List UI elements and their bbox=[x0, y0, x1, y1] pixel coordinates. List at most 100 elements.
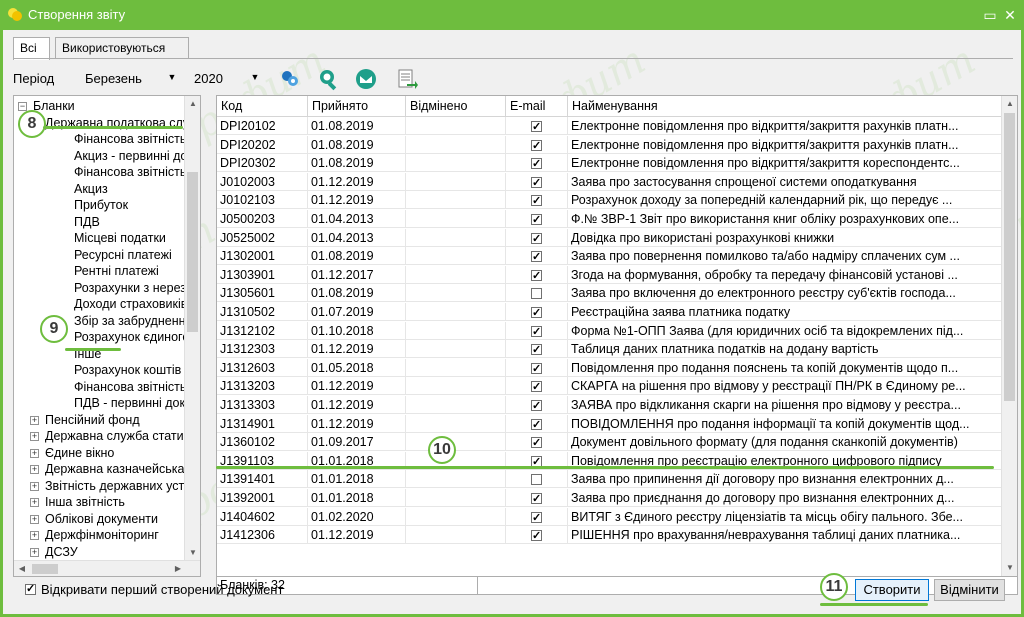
expand-icon[interactable]: + bbox=[30, 448, 39, 458]
tree-item[interactable]: Розрахунки з нерезидентами bbox=[74, 280, 200, 296]
month-dropdown-icon[interactable]: ▼ bbox=[165, 69, 179, 85]
email-checkbox[interactable] bbox=[531, 342, 542, 358]
tree-item[interactable]: + Державна казначейська служба bbox=[30, 461, 200, 477]
email-checkbox[interactable] bbox=[531, 379, 542, 395]
month-select[interactable]: Березень bbox=[85, 71, 142, 86]
table-row[interactable]: J130390101.12.2017 Згода на формування, о… bbox=[217, 265, 1003, 284]
table-row[interactable]: J1391401 01.01.2018 Заява про припинення д… bbox=[217, 470, 1003, 489]
tree-item[interactable]: Ресурсні платежі bbox=[74, 247, 172, 263]
export-document-icon[interactable] bbox=[393, 66, 419, 92]
inbox-icon[interactable] bbox=[353, 66, 379, 92]
email-checkbox[interactable] bbox=[531, 231, 542, 247]
expand-icon[interactable]: + bbox=[30, 531, 39, 541]
tree-item[interactable]: + Облікові документи bbox=[30, 511, 158, 527]
table-row[interactable]: J130200101.08.2019 Заява про повернення п… bbox=[217, 247, 1003, 266]
email-checkbox[interactable] bbox=[531, 193, 542, 209]
email-checkbox[interactable] bbox=[531, 156, 542, 172]
tree-item[interactable]: + Державна служба статистики bbox=[30, 428, 200, 444]
tree-item[interactable]: Місцеві податки bbox=[74, 230, 166, 246]
table-row[interactable]: J131320301.12.2019 СКАРГА на рішення про … bbox=[217, 377, 1003, 396]
table-row[interactable]: J050020301.04.2013 Ф.№ ЗВР-1 Звіт про вик… bbox=[217, 210, 1003, 228]
grid-scroll-down-icon[interactable]: ▼ bbox=[1002, 560, 1017, 576]
expand-icon[interactable]: + bbox=[30, 547, 39, 557]
table-row[interactable]: J131490101.12.2019 ПОВІДОМЛЕННЯ про подан… bbox=[217, 414, 1003, 433]
email-checkbox[interactable] bbox=[531, 417, 542, 433]
table-row[interactable]: J139200101.01.2018 Заява про приєднання д… bbox=[217, 489, 1003, 507]
table-row[interactable]: DPI2030201.08.2019 Електронне повідомленн… bbox=[217, 154, 1003, 173]
tab-all[interactable]: Всі bbox=[13, 37, 50, 60]
column-name[interactable]: Найменування bbox=[568, 96, 1003, 117]
tree-item[interactable]: Доходи страховиків bbox=[74, 296, 187, 312]
open-first-document-checkbox[interactable] bbox=[25, 582, 36, 595]
table-row[interactable]: J136010201.09.2017 Документ довільного фо… bbox=[217, 433, 1003, 452]
tree-item[interactable]: Прибуток bbox=[74, 197, 128, 213]
tree-item[interactable]: ПДВ - первинні документи bbox=[74, 395, 200, 411]
table-row[interactable]: J010200301.12.2019 Заява про застосування… bbox=[217, 172, 1003, 191]
tree-hscroll-thumb[interactable] bbox=[32, 564, 58, 574]
column-email[interactable]: E-mail bbox=[506, 96, 568, 117]
grid-vertical-scrollbar[interactable]: ▲ ▼ bbox=[1001, 96, 1017, 576]
email-checkbox[interactable] bbox=[531, 305, 542, 321]
tree-scroll-thumb[interactable] bbox=[187, 172, 198, 332]
year-dropdown-icon[interactable]: ▼ bbox=[248, 69, 262, 85]
tree-item[interactable]: Розрахунок єдиного внеску bbox=[74, 329, 200, 345]
table-row[interactable]: J131260301.05.2018 Повідомлення про подан… bbox=[217, 358, 1003, 377]
email-checkbox[interactable] bbox=[531, 510, 542, 526]
email-checkbox[interactable] bbox=[531, 268, 542, 284]
tree-item[interactable]: Акциз - первинні документи bbox=[74, 148, 200, 164]
tree-horizontal-scrollbar[interactable]: ◀ ▶ bbox=[14, 560, 200, 576]
scroll-left-icon[interactable]: ◀ bbox=[14, 561, 30, 576]
column-accepted[interactable]: Прийнято bbox=[308, 96, 406, 117]
tree-item[interactable]: Розрахунок коштів bbox=[74, 362, 181, 378]
grid-scroll-thumb[interactable] bbox=[1004, 113, 1015, 401]
table-row[interactable]: J010210301.12.2019 Розрахунок доходу за п… bbox=[217, 191, 1003, 210]
table-row[interactable]: J131050201.07.2019 Реєстраційна заява пла… bbox=[217, 303, 1003, 321]
tree-item[interactable]: Фінансова звітність bbox=[74, 164, 186, 180]
tree-vertical-scrollbar[interactable]: ▲ ▼ bbox=[184, 96, 200, 561]
grid-scroll-up-icon[interactable]: ▲ bbox=[1002, 96, 1017, 112]
email-checkbox[interactable] bbox=[531, 435, 542, 451]
email-checkbox[interactable] bbox=[531, 249, 542, 265]
expand-icon[interactable]: + bbox=[30, 432, 39, 442]
table-row[interactable]: DPI2010201.08.2019 Електронне повідомленн… bbox=[217, 117, 1003, 135]
email-checkbox[interactable] bbox=[531, 288, 542, 300]
tree-item[interactable]: + Пенсійний фонд bbox=[30, 412, 140, 428]
tree-item[interactable]: Акциз bbox=[74, 181, 108, 197]
tree-item[interactable]: + Інша звітність bbox=[30, 494, 125, 510]
table-row[interactable]: J140460201.02.2020 ВИТЯГ з Єдиного реєстр… bbox=[217, 507, 1003, 526]
tree-item[interactable]: ПДВ bbox=[74, 214, 100, 230]
email-checkbox[interactable] bbox=[531, 361, 542, 377]
scroll-down-icon[interactable]: ▼ bbox=[185, 545, 200, 561]
tree-item[interactable]: Рентні платежі bbox=[74, 263, 159, 279]
tree-item[interactable]: Збір за забруднення bbox=[74, 313, 192, 329]
tree-item[interactable]: Фінансова звітність bbox=[74, 379, 186, 395]
expand-icon[interactable]: + bbox=[30, 481, 39, 491]
scroll-up-icon[interactable]: ▲ bbox=[185, 96, 200, 112]
email-checkbox[interactable] bbox=[531, 491, 542, 507]
tree-item[interactable]: + ДСЗУ bbox=[30, 544, 78, 560]
tree-item[interactable]: + Звітність державних установ bbox=[30, 478, 200, 494]
close-icon[interactable]: ✕ bbox=[1002, 8, 1018, 22]
tab-used[interactable]: Використовуються bbox=[55, 37, 189, 59]
email-checkbox[interactable] bbox=[531, 528, 542, 544]
email-checkbox[interactable] bbox=[531, 119, 542, 135]
table-row[interactable]: J131230301.12.2019 Таблиця даних платника… bbox=[217, 340, 1003, 359]
table-row[interactable]: J052500201.04.2013 Довідка про використан… bbox=[217, 228, 1003, 247]
search-icon[interactable] bbox=[315, 66, 341, 92]
scroll-right-icon[interactable]: ▶ bbox=[170, 561, 186, 576]
table-row[interactable]: J131210201.10.2018 Форма №1-ОПП Заява (дл… bbox=[217, 321, 1003, 340]
restore-icon[interactable]: ▭ bbox=[982, 8, 998, 22]
year-select[interactable]: 2020 bbox=[194, 71, 223, 86]
table-row[interactable]: J131330301.12.2019 ЗАЯВА про відкликання … bbox=[217, 396, 1003, 414]
tree-item[interactable]: + Держфінмоніторинг bbox=[30, 527, 159, 543]
expand-icon[interactable]: + bbox=[30, 514, 39, 524]
expand-icon[interactable]: + bbox=[30, 465, 39, 475]
table-row[interactable]: DPI2020201.08.2019 Електронне повідомленн… bbox=[217, 135, 1003, 154]
expand-icon[interactable]: + bbox=[30, 498, 39, 508]
tree-item[interactable]: + Єдине вікно bbox=[30, 445, 114, 461]
email-checkbox[interactable] bbox=[531, 212, 542, 228]
column-code[interactable]: Код bbox=[217, 96, 308, 117]
table-row[interactable]: J141230601.12.2019 РІШЕННЯ про врахування… bbox=[217, 526, 1003, 545]
email-checkbox[interactable] bbox=[531, 398, 542, 414]
cancel-button[interactable]: Відмінити bbox=[934, 579, 1005, 601]
